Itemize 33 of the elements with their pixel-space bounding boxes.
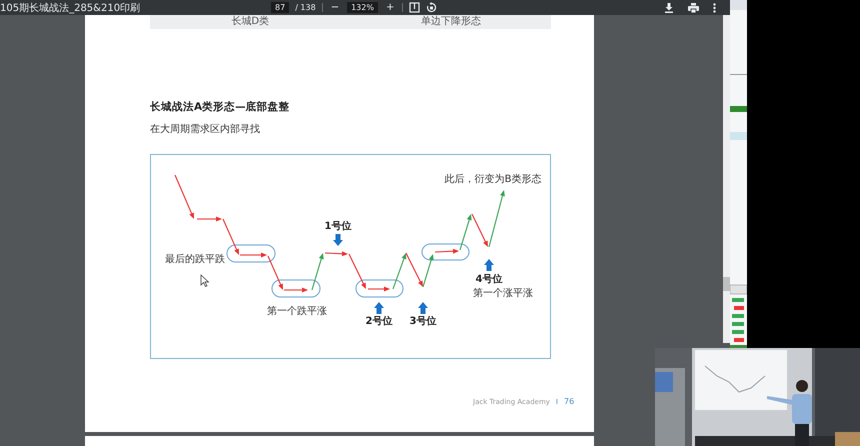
position-label: 4号位 — [476, 274, 502, 285]
position-label: 1号位 — [324, 221, 352, 232]
print-icon[interactable] — [688, 2, 699, 12]
zoom-field[interactable]: 132% — [347, 2, 378, 13]
diagram-note: 第一个跌平涨 — [267, 306, 327, 317]
fit-page-icon[interactable] — [409, 2, 420, 13]
zoom-in-button[interactable]: + — [384, 2, 396, 12]
diagram-note: 第一个涨平涨 — [473, 288, 533, 299]
trend-arrow — [368, 286, 390, 292]
position-arrow — [418, 302, 428, 314]
table-cell-text: 长城D类 — [230, 15, 270, 29]
diagram-note: 此后，衍变为B类形态 — [444, 174, 542, 185]
diagram-note: 最后的跌平跌 — [165, 254, 225, 265]
page-number-field[interactable]: 87 — [271, 2, 290, 13]
section-subtitle: 在大周期需求区内部寻找 — [150, 122, 261, 136]
zoom-out-button[interactable]: − — [328, 2, 342, 12]
trend-arrow — [174, 174, 194, 219]
download-icon[interactable] — [664, 2, 674, 12]
section-heading: 长城战法A类形态—底部盘整 — [150, 100, 291, 114]
position-arrow — [333, 234, 343, 246]
position-arrow — [484, 259, 494, 271]
scrollbar[interactable] — [723, 15, 730, 343]
document-title: 105期长城战法_285&210印刷 — [0, 2, 142, 14]
table-cell-text: 单边下降形态 — [420, 15, 482, 29]
position-label: 3号位 — [410, 316, 436, 327]
page-total: / 138 — [295, 3, 316, 12]
trend-arrow — [392, 253, 406, 290]
more-icon[interactable] — [713, 2, 716, 12]
cursor-icon — [200, 274, 210, 287]
page-number: 76 — [564, 397, 574, 406]
position-arrow — [374, 302, 384, 314]
position-label: 2号位 — [366, 316, 392, 327]
rotate-icon[interactable] — [426, 2, 438, 13]
